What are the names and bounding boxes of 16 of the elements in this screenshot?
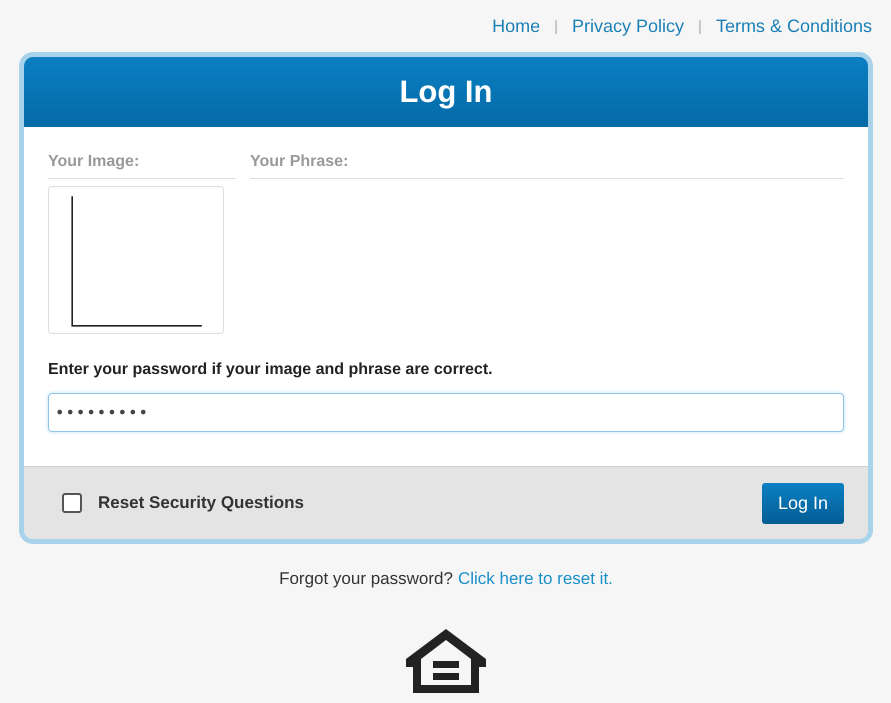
login-button[interactable]: Log In (762, 482, 844, 524)
password-prompt: Enter your password if your image and phrase are correct. (48, 361, 494, 379)
nav-separator: | (554, 18, 558, 34)
nav-link[interactable]: Terms & Conditions (716, 16, 872, 36)
password-field[interactable]: ••••••••• (48, 393, 844, 432)
checkbox[interactable] (62, 493, 82, 513)
checkbox-label: Reset Security Questions (98, 493, 304, 513)
forgot-text: Forgot your password? (279, 569, 453, 588)
image-label: Your Image: (48, 153, 236, 179)
nav-link[interactable]: Privacy Policy (572, 16, 684, 36)
reset-link[interactable]: Click here to reset it. (458, 569, 613, 588)
nav-link[interactable]: Home (492, 16, 540, 36)
nav-separator: | (698, 18, 702, 34)
card-title: Log In (400, 74, 492, 110)
house-icon (404, 627, 488, 693)
phrase-label: Your Phrase: (250, 153, 844, 179)
